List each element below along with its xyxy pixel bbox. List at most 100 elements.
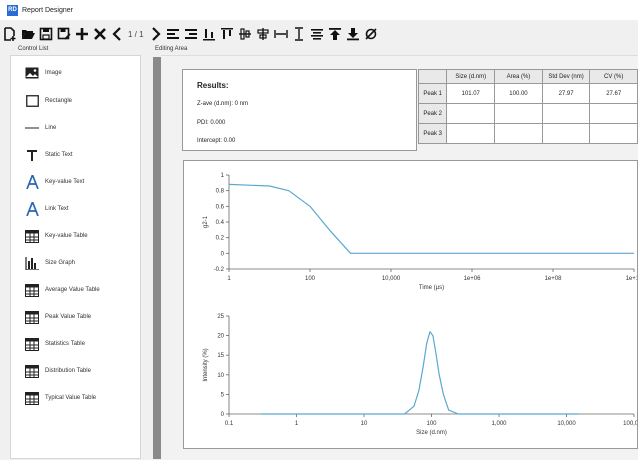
- link-text-icon: [25, 202, 39, 216]
- control-label: Rectangle: [45, 98, 73, 104]
- center-align-icon[interactable]: [309, 24, 326, 44]
- control-item-typical-value-table[interactable]: Typical Value Table: [25, 389, 96, 407]
- table-icon: [25, 283, 39, 297]
- x-tick-label: 100,000: [623, 421, 637, 427]
- control-list-label: Control List: [18, 46, 49, 52]
- row-header-cell: Peak 2: [417, 103, 448, 124]
- control-item-key-value-table[interactable]: Key-value Table: [25, 227, 88, 245]
- align-center-icon[interactable]: [255, 24, 272, 44]
- y-tick-label: 25: [217, 314, 224, 320]
- x-tick-label: 1e+08: [545, 276, 563, 282]
- x-tick-label: 1e+06: [464, 276, 482, 282]
- no-link-icon[interactable]: [363, 24, 380, 44]
- y-tick-label: 1: [221, 173, 225, 179]
- y-tick-label: 5: [221, 392, 225, 398]
- prev-page-icon[interactable]: [109, 24, 126, 44]
- table-cell: [541, 123, 591, 144]
- control-label: Image: [45, 70, 62, 76]
- y-tick-label: 10: [217, 373, 224, 379]
- x-tick-label: 100: [305, 276, 316, 282]
- control-item-key-value-text[interactable]: Key-value Text: [25, 173, 84, 191]
- zave-text: Z-ave (d.nm): 0 nm: [197, 101, 249, 107]
- control-item-line[interactable]: Line: [25, 119, 56, 137]
- distribute-vertical-icon[interactable]: [291, 24, 308, 44]
- results-box[interactable]: Results: Z-ave (d.nm): 0 nm PDI: 0.000 I…: [182, 69, 417, 151]
- control-label: Key-value Text: [45, 179, 85, 185]
- control-item-link-text[interactable]: Link Text: [25, 200, 69, 218]
- table-cell: 27.97: [541, 83, 591, 104]
- static-text-icon: [25, 148, 39, 162]
- table-cell: [541, 103, 591, 124]
- control-label: Key-value Table: [45, 233, 88, 239]
- table-header-cell: CV (%): [589, 69, 638, 84]
- save-icon[interactable]: [37, 24, 54, 44]
- align-left-icon[interactable]: [165, 24, 182, 44]
- distribute-horizontal-icon[interactable]: [273, 24, 290, 44]
- x-tick-label: 0.1: [225, 421, 234, 427]
- vertical-scrollbar[interactable]: [153, 57, 161, 459]
- app-icon: RD: [7, 4, 18, 16]
- control-item-statistics-table[interactable]: Statistics Table: [25, 335, 85, 353]
- y-tick-label: 0.6: [216, 204, 225, 210]
- control-item-static-text[interactable]: Static Text: [25, 146, 73, 164]
- open-folder-icon[interactable]: [19, 24, 36, 44]
- table-cell: [494, 103, 543, 124]
- new-page-icon[interactable]: [1, 24, 18, 44]
- x-tick-label: 1,000: [491, 421, 507, 427]
- next-page-icon[interactable]: [147, 24, 164, 44]
- table-cell: 100.00: [494, 83, 543, 104]
- y-tick-label: 0.4: [216, 220, 225, 226]
- x-tick-label: 1: [295, 421, 299, 427]
- table-header-cell: Size (d.nm): [446, 69, 496, 84]
- size-graph-box[interactable]: 1 0.8 0.6 0.4 0.2 0 -0.2 1 100 10,000 1e+06 1e+08 1e…: [183, 160, 638, 449]
- control-label: Link Text: [45, 206, 69, 212]
- x-tick-label: 100: [426, 421, 437, 427]
- table-header-row: Size (d.nm) Area (%) Std Dev (nm) CV (%): [417, 69, 638, 84]
- control-item-image[interactable]: Image: [25, 64, 62, 82]
- peak-value-table[interactable]: Size (d.nm) Area (%) Std Dev (nm) CV (%)…: [417, 69, 638, 144]
- x-tick-label: 1: [227, 276, 231, 282]
- add-icon[interactable]: [73, 24, 90, 44]
- control-item-distribution-table[interactable]: Distribution Table: [25, 362, 91, 380]
- table-icon: [25, 310, 39, 324]
- table-cell: [446, 103, 496, 124]
- delete-icon[interactable]: [91, 24, 108, 44]
- table-header-cell: Area (%): [494, 69, 543, 84]
- graph-canvas: 10.80.60.40.20-0.21 100 10,000 1e+06 1e+08 1e…: [203, 173, 638, 436]
- y-tick-label: 20: [217, 334, 224, 340]
- control-label: Static Text: [45, 152, 73, 158]
- control-item-rectangle[interactable]: Rectangle: [25, 92, 72, 110]
- align-middle-icon[interactable]: [237, 24, 254, 44]
- y-tick-label: -0.2: [214, 267, 225, 273]
- control-label: Typical Value Table: [45, 395, 97, 401]
- y-axis-label: g2-1: [203, 215, 209, 228]
- title-bar: RD Report Designer: [0, 0, 638, 20]
- bar-graph-icon: [25, 256, 39, 270]
- table-icon: [25, 391, 39, 405]
- x-axis-label: Time (µs): [419, 285, 444, 291]
- y-tick-label: 0: [221, 412, 225, 418]
- table-icon: [25, 337, 39, 351]
- table-row: Peak 1 101.07 100.00 27.97 27.67: [417, 83, 638, 104]
- control-label: Line: [45, 125, 57, 131]
- x-tick-label: 10,000: [557, 421, 576, 427]
- align-right-icon[interactable]: [183, 24, 200, 44]
- align-bottom-icon[interactable]: [201, 24, 218, 44]
- row-header-cell: Peak 3: [417, 123, 448, 144]
- line-icon: [25, 121, 39, 135]
- bring-to-front-icon[interactable]: [327, 24, 344, 44]
- align-top-icon[interactable]: [219, 24, 236, 44]
- control-label: Peak Value Table: [45, 314, 92, 320]
- table-cell: [494, 123, 543, 144]
- rectangle-icon: [25, 94, 39, 108]
- control-item-size-graph[interactable]: Size Graph: [25, 254, 75, 272]
- y-tick-label: 0.8: [216, 189, 225, 195]
- send-to-back-icon[interactable]: [345, 24, 362, 44]
- table-cell: 101.07: [446, 83, 496, 104]
- control-item-peak-value-table[interactable]: Peak Value Table: [25, 308, 91, 326]
- table-corner-cell: [417, 69, 448, 84]
- save-as-icon[interactable]: [55, 24, 72, 44]
- series-line: [261, 331, 579, 415]
- y-axis-label: Intensity (%): [203, 348, 209, 381]
- control-item-average-value-table[interactable]: Average Value Table: [25, 281, 100, 299]
